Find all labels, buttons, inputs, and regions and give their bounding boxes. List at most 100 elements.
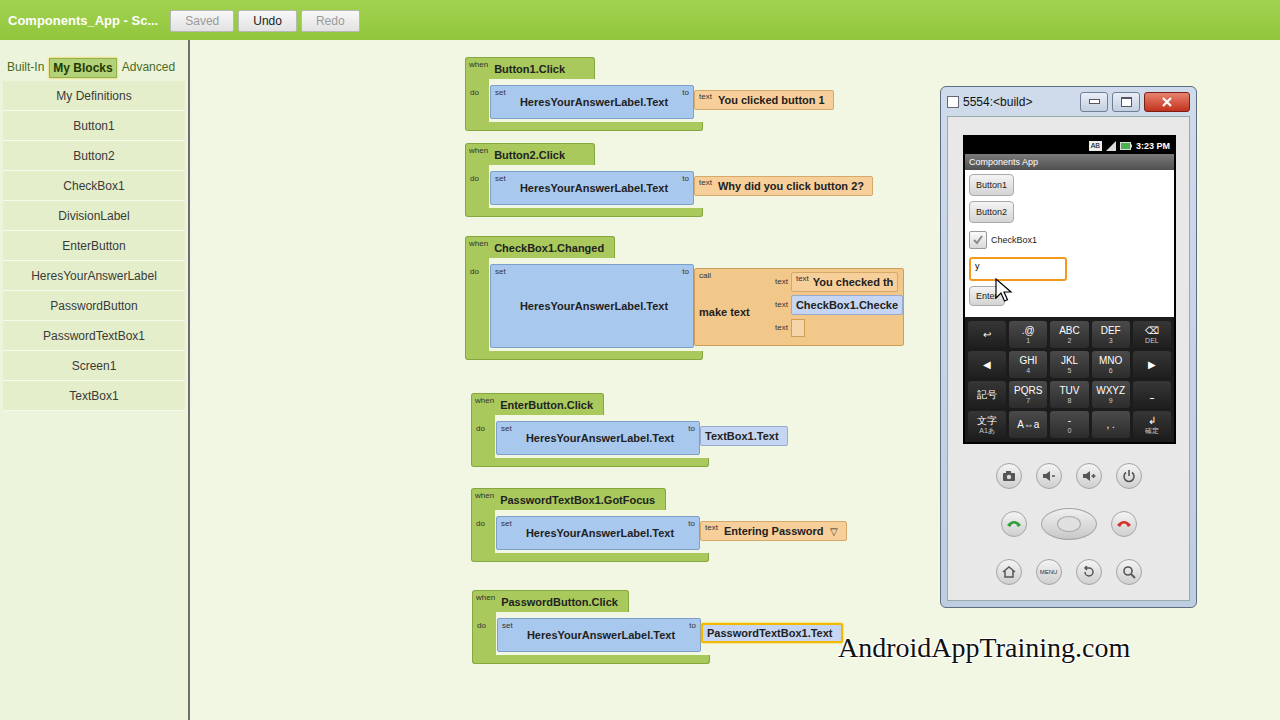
window-title-bar[interactable]: 5554:<build>: [941, 87, 1196, 116]
event-block[interactable]: whenEnterButton.ClickdosetHeresYourAnswe…: [471, 393, 788, 467]
call-icon[interactable]: [1001, 511, 1027, 537]
end-call-icon[interactable]: [1111, 511, 1137, 537]
keyboard-key[interactable]: , .: [1092, 411, 1130, 438]
event-block[interactable]: whenButton2.ClickdosetHeresYourAnswerLab…: [465, 143, 873, 217]
text-block[interactable]: textEntering Password▽: [700, 521, 847, 541]
set-block[interactable]: setHeresYourAnswerLabel.Textto: [490, 171, 694, 205]
keyboard-key[interactable]: ▶: [1133, 351, 1171, 378]
top-bar: Components_App - Sc...SavedUndoRedo: [0, 0, 1280, 40]
keyboard-key[interactable]: MNO6: [1092, 351, 1130, 378]
text-value: You checked th: [813, 276, 893, 288]
keyboard-key[interactable]: TUV8: [1050, 381, 1088, 408]
keyboard-key[interactable]: PQRS7: [1009, 381, 1047, 408]
drawer-item[interactable]: My Definitions: [3, 81, 185, 111]
event-header[interactable]: whenPasswordTextBox1.GotFocus: [471, 488, 666, 510]
keyboard-key[interactable]: ◀: [968, 351, 1006, 378]
android-checkbox[interactable]: CheckBox1: [969, 228, 1037, 252]
set-target: HeresYourAnswerLabel.Text: [517, 629, 686, 641]
android-button[interactable]: Button1: [969, 174, 1014, 196]
input-badge: AB: [1089, 141, 1102, 151]
keyboard-key[interactable]: WXYZ9: [1092, 381, 1130, 408]
set-block[interactable]: setHeresYourAnswerLabel.Textto: [496, 516, 700, 550]
drawer-item[interactable]: Button2: [3, 141, 185, 171]
palette-tabs: Built-InMy BlocksAdvanced: [0, 58, 188, 81]
keyboard-key[interactable]: ABC2: [1050, 321, 1088, 348]
set-block[interactable]: setHeresYourAnswerLabel.Textto: [490, 85, 694, 119]
keyboard-key[interactable]: ↲確定: [1133, 411, 1171, 438]
toolbar-button[interactable]: Saved: [170, 10, 234, 32]
dropdown-icon[interactable]: ▽: [830, 526, 838, 537]
text-label: text: [699, 178, 712, 188]
getter-block[interactable]: TextBox1.Text: [700, 426, 788, 446]
drawer-item[interactable]: CheckBox1: [3, 171, 185, 201]
palette-tab[interactable]: Advanced: [119, 58, 178, 78]
drawer-item[interactable]: Screen1: [3, 351, 185, 381]
event-header[interactable]: whenButton1.Click: [465, 57, 595, 79]
keyboard-key[interactable]: .@1: [1009, 321, 1047, 348]
drawer-item[interactable]: HeresYourAnswerLabel: [3, 261, 185, 291]
getter-name: PasswordTextBox1.Text: [707, 627, 833, 639]
dpad-icon[interactable]: [1041, 508, 1097, 540]
set-block[interactable]: setHeresYourAnswerLabel.Textto: [496, 421, 700, 455]
drawer-item[interactable]: TextBox1: [3, 381, 185, 411]
event-block[interactable]: whenPasswordTextBox1.GotFocus do setHeresY…: [471, 488, 847, 562]
to-label: to: [682, 88, 689, 98]
palette-tab[interactable]: Built-In: [4, 58, 47, 78]
android-textbox[interactable]: y: [969, 257, 1067, 281]
text-block[interactable]: textWhy did you click button 2?: [694, 176, 873, 196]
set-block[interactable]: setHeresYourAnswerLabel.Textto: [490, 264, 694, 348]
text-block[interactable]: textYou clicked button 1: [694, 90, 834, 110]
toolbar-button[interactable]: Redo: [301, 10, 360, 32]
checkbox-box[interactable]: [969, 231, 987, 249]
android-button[interactable]: Button2: [969, 201, 1014, 223]
set-block[interactable]: setHeresYourAnswerLabel.Textto: [497, 618, 701, 652]
camera-icon[interactable]: [996, 463, 1022, 489]
drawer-item[interactable]: EnterButton: [3, 231, 185, 261]
maximize-icon[interactable]: [1112, 92, 1140, 112]
keyboard-key[interactable]: DEF3: [1092, 321, 1130, 348]
keyboard-key[interactable]: ⎵: [1133, 381, 1171, 408]
toolbar-button[interactable]: Undo: [238, 10, 297, 32]
keyboard-key[interactable]: 記号: [968, 381, 1006, 408]
drawer-item[interactable]: DivisionLabel: [3, 201, 185, 231]
keyboard-key[interactable]: GHI4: [1009, 351, 1047, 378]
palette-tab[interactable]: My Blocks: [49, 58, 116, 78]
keyboard-key[interactable]: -0: [1050, 411, 1088, 438]
drawer-item[interactable]: PasswordButton: [3, 291, 185, 321]
getter-block[interactable]: CheckBox1.Checke: [791, 295, 903, 315]
drawer-item[interactable]: Button1: [3, 111, 185, 141]
search-icon[interactable]: [1116, 559, 1142, 585]
keyboard-key[interactable]: JKL5: [1050, 351, 1088, 378]
keyboard-key[interactable]: ⌫DEL: [1133, 321, 1171, 348]
close-icon[interactable]: [1144, 92, 1190, 112]
event-header[interactable]: whenPasswordButton.Click: [472, 590, 629, 612]
back-icon[interactable]: [1076, 559, 1102, 585]
getter-block[interactable]: PasswordTextBox1.Text: [701, 623, 843, 643]
event-header[interactable]: whenButton2.Click: [465, 143, 595, 165]
do-label: do: [470, 267, 479, 276]
home-icon[interactable]: [996, 559, 1022, 585]
mouse-cursor-icon: [995, 278, 1013, 304]
keyboard-key[interactable]: ↩: [968, 321, 1006, 348]
volume-up-icon[interactable]: [1076, 463, 1102, 489]
power-icon[interactable]: [1116, 463, 1142, 489]
event-block[interactable]: whenButton1.ClickdosetHeresYourAnswerLab…: [465, 57, 834, 131]
event-header[interactable]: whenEnterButton.Click: [471, 393, 604, 415]
emulator-window[interactable]: 5554:<build>AB3:23 PMComponents AppButto…: [940, 86, 1197, 608]
empty-socket[interactable]: [791, 319, 805, 337]
toolbar: SavedUndoRedo: [170, 10, 359, 32]
minimize-icon[interactable]: [1080, 92, 1108, 112]
keyboard-key[interactable]: A⇔a: [1009, 411, 1047, 438]
volume-down-icon[interactable]: [1036, 463, 1062, 489]
call-block[interactable]: callmake texttexttextYou checked thtextC…: [694, 268, 904, 346]
event-block[interactable]: whenCheckBox1.Changed do setHeresYourAnswe…: [465, 236, 904, 360]
when-label: when: [475, 396, 494, 406]
keyboard-key[interactable]: 文字A1あ: [968, 411, 1006, 438]
do-label: do: [476, 519, 485, 528]
text-block[interactable]: textYou checked th: [791, 272, 898, 292]
drawer-item[interactable]: PasswordTextBox1: [3, 321, 185, 351]
event-header[interactable]: whenCheckBox1.Changed: [465, 236, 615, 258]
status-bar: AB3:23 PM: [965, 137, 1174, 154]
menu-button[interactable]: MENU: [1036, 559, 1062, 585]
event-block[interactable]: whenPasswordButton.ClickdosetHeresYourAn…: [472, 590, 843, 664]
